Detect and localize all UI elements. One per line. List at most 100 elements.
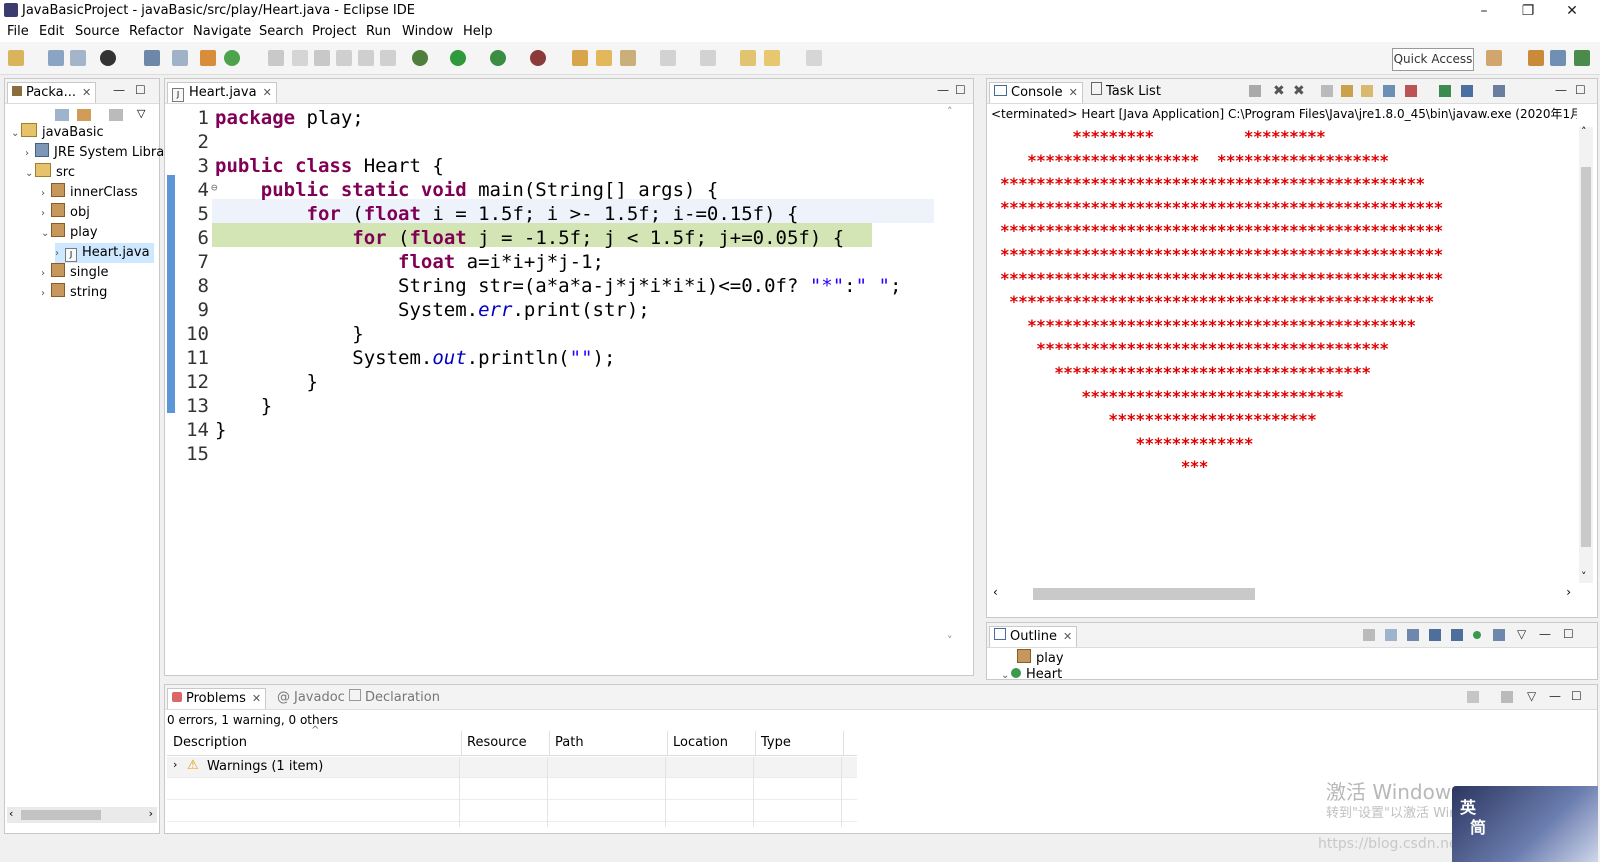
- clear-console-icon[interactable]: [1321, 85, 1333, 97]
- console-output[interactable]: ********* ********* ******************* …: [991, 127, 1571, 547]
- tab-outline[interactable]: Outline ✕: [989, 626, 1078, 647]
- hide-static-icon[interactable]: [1451, 629, 1463, 641]
- external-tools-icon[interactable]: [530, 50, 546, 66]
- outline-item-play[interactable]: play: [1017, 649, 1064, 669]
- tree-item-javabasic[interactable]: ⌄ javaBasic: [11, 123, 104, 143]
- col-path[interactable]: Path: [549, 731, 668, 755]
- minimize-icon[interactable]: —: [113, 83, 125, 97]
- search-icon[interactable]: [620, 50, 636, 66]
- pin-icon[interactable]: [292, 50, 308, 66]
- maximize-icon[interactable]: ☐: [1575, 83, 1586, 97]
- tab-package-explorer[interactable]: Packa... ✕: [7, 82, 97, 103]
- save-all-icon[interactable]: [70, 50, 86, 66]
- tree-item-obj[interactable]: › obj: [41, 203, 90, 223]
- debug-perspective-icon[interactable]: [1574, 50, 1590, 66]
- previous-annotation-icon[interactable]: [700, 50, 716, 66]
- menu-file[interactable]: File: [7, 24, 29, 39]
- maximize-icon[interactable]: ☐: [135, 83, 146, 97]
- col-type[interactable]: Type: [755, 731, 844, 755]
- scroll-down-icon[interactable]: ˅: [947, 634, 953, 647]
- restore-button[interactable]: ❐: [1506, 0, 1550, 22]
- close-icon[interactable]: ✕: [252, 692, 261, 705]
- focus-icon[interactable]: [1501, 691, 1513, 703]
- ime-widget[interactable]: 英 简: [1452, 786, 1598, 862]
- open-perspective-icon[interactable]: [1486, 50, 1502, 66]
- col-location[interactable]: Location: [667, 731, 756, 755]
- minimize-button[interactable]: –: [1462, 0, 1506, 22]
- scroll-left-icon[interactable]: ‹: [9, 807, 13, 820]
- tab-declaration[interactable]: Declaration: [345, 688, 444, 708]
- menu-refactor[interactable]: Refactor: [129, 24, 184, 39]
- whitespace-icon[interactable]: [380, 50, 396, 66]
- next-annotation-icon[interactable]: [660, 50, 676, 66]
- horizontal-scrollbar[interactable]: ‹ ›: [7, 807, 157, 823]
- scroll-down-icon[interactable]: ˅: [1581, 570, 1587, 583]
- quick-access-input[interactable]: Quick Access: [1392, 48, 1474, 71]
- close-icon[interactable]: ✕: [82, 86, 91, 99]
- tree-item-heart-java[interactable]: › J Heart.java: [55, 243, 154, 263]
- tab-console[interactable]: Console ✕: [989, 82, 1083, 103]
- toggle-mark-icon[interactable]: [268, 50, 284, 66]
- menu-run[interactable]: Run: [366, 24, 391, 39]
- new-icon[interactable]: [8, 50, 24, 66]
- view-menu-icon[interactable]: ▽: [137, 107, 145, 120]
- tree-item-jre[interactable]: › JRE System Libra: [25, 143, 164, 163]
- filter-icon[interactable]: [1467, 691, 1479, 703]
- menu-edit[interactable]: Edit: [39, 24, 64, 39]
- scroll-thumb[interactable]: [1581, 167, 1591, 547]
- outline-item-heart[interactable]: ⌄ Heart: [1001, 667, 1062, 679]
- maximize-icon[interactable]: ☐: [955, 83, 966, 97]
- chevron-right-icon[interactable]: ›: [173, 758, 177, 771]
- maximize-icon[interactable]: ☐: [1563, 627, 1574, 641]
- tab-javadoc[interactable]: @ Javadoc: [273, 688, 349, 708]
- java-ee-perspective-icon[interactable]: [1528, 50, 1544, 66]
- new-class-icon[interactable]: [224, 50, 240, 66]
- scroll-right-icon[interactable]: ›: [149, 807, 153, 820]
- profile-icon[interactable]: [100, 50, 116, 66]
- pin-console-icon[interactable]: [1439, 85, 1451, 97]
- minimize-icon[interactable]: —: [1539, 627, 1551, 641]
- maximize-icon[interactable]: ☐: [1571, 689, 1582, 703]
- tree-item-innerclass[interactable]: › innerClass: [41, 183, 138, 203]
- scroll-up-icon[interactable]: ˄: [947, 105, 953, 118]
- open-type-icon[interactable]: [572, 50, 588, 66]
- forward-icon[interactable]: [806, 50, 822, 66]
- word-wrap-icon[interactable]: [358, 50, 374, 66]
- scroll-lock-icon[interactable]: [1341, 85, 1353, 97]
- close-icon[interactable]: ✕: [1069, 86, 1078, 99]
- scroll-right-icon[interactable]: ›: [1566, 585, 1571, 599]
- word-wrap-icon[interactable]: [1361, 85, 1373, 97]
- close-button[interactable]: ✕: [1550, 0, 1594, 22]
- vertical-scrollbar[interactable]: ˄ ˅: [947, 105, 961, 661]
- collapse-all-icon[interactable]: [1385, 629, 1397, 641]
- scroll-up-icon[interactable]: ˄: [1581, 125, 1587, 138]
- scroll-thumb[interactable]: [21, 810, 101, 820]
- open-task-icon[interactable]: [596, 50, 612, 66]
- hide-nonpublic-icon[interactable]: [1473, 631, 1481, 639]
- block-select-icon[interactable]: [336, 50, 352, 66]
- menu-help[interactable]: Help: [463, 24, 493, 39]
- coverage-icon[interactable]: [490, 50, 506, 66]
- new-java-package-icon[interactable]: [200, 50, 216, 66]
- tree-item-single[interactable]: › single: [41, 263, 109, 283]
- view-menu-icon[interactable]: ▽: [1527, 689, 1536, 703]
- java-perspective-icon[interactable]: [1550, 50, 1566, 66]
- back-icon[interactable]: [764, 50, 780, 66]
- save-icon[interactable]: [48, 50, 64, 66]
- view-menu-icon[interactable]: ▽: [1517, 627, 1526, 641]
- remove-launch-icon[interactable]: ✖: [1273, 83, 1285, 99]
- menu-search[interactable]: Search: [259, 24, 304, 39]
- sort-icon[interactable]: [1407, 629, 1419, 641]
- show-stdout-icon[interactable]: [1383, 85, 1395, 97]
- terminate-icon[interactable]: [1249, 85, 1261, 97]
- tree-item-play[interactable]: ⌄ play: [41, 223, 98, 243]
- tab-problems[interactable]: Problems ✕: [167, 688, 267, 709]
- col-resource[interactable]: Resource: [461, 731, 550, 755]
- close-icon[interactable]: ✕: [263, 86, 272, 99]
- minimize-icon[interactable]: —: [1549, 689, 1561, 703]
- close-icon[interactable]: ✕: [1063, 630, 1072, 643]
- skip-breakpoints-icon[interactable]: [172, 50, 188, 66]
- focus-icon[interactable]: [1363, 629, 1375, 641]
- tree-item-src[interactable]: ⌄ src: [25, 163, 75, 183]
- terminal-icon[interactable]: [144, 50, 160, 66]
